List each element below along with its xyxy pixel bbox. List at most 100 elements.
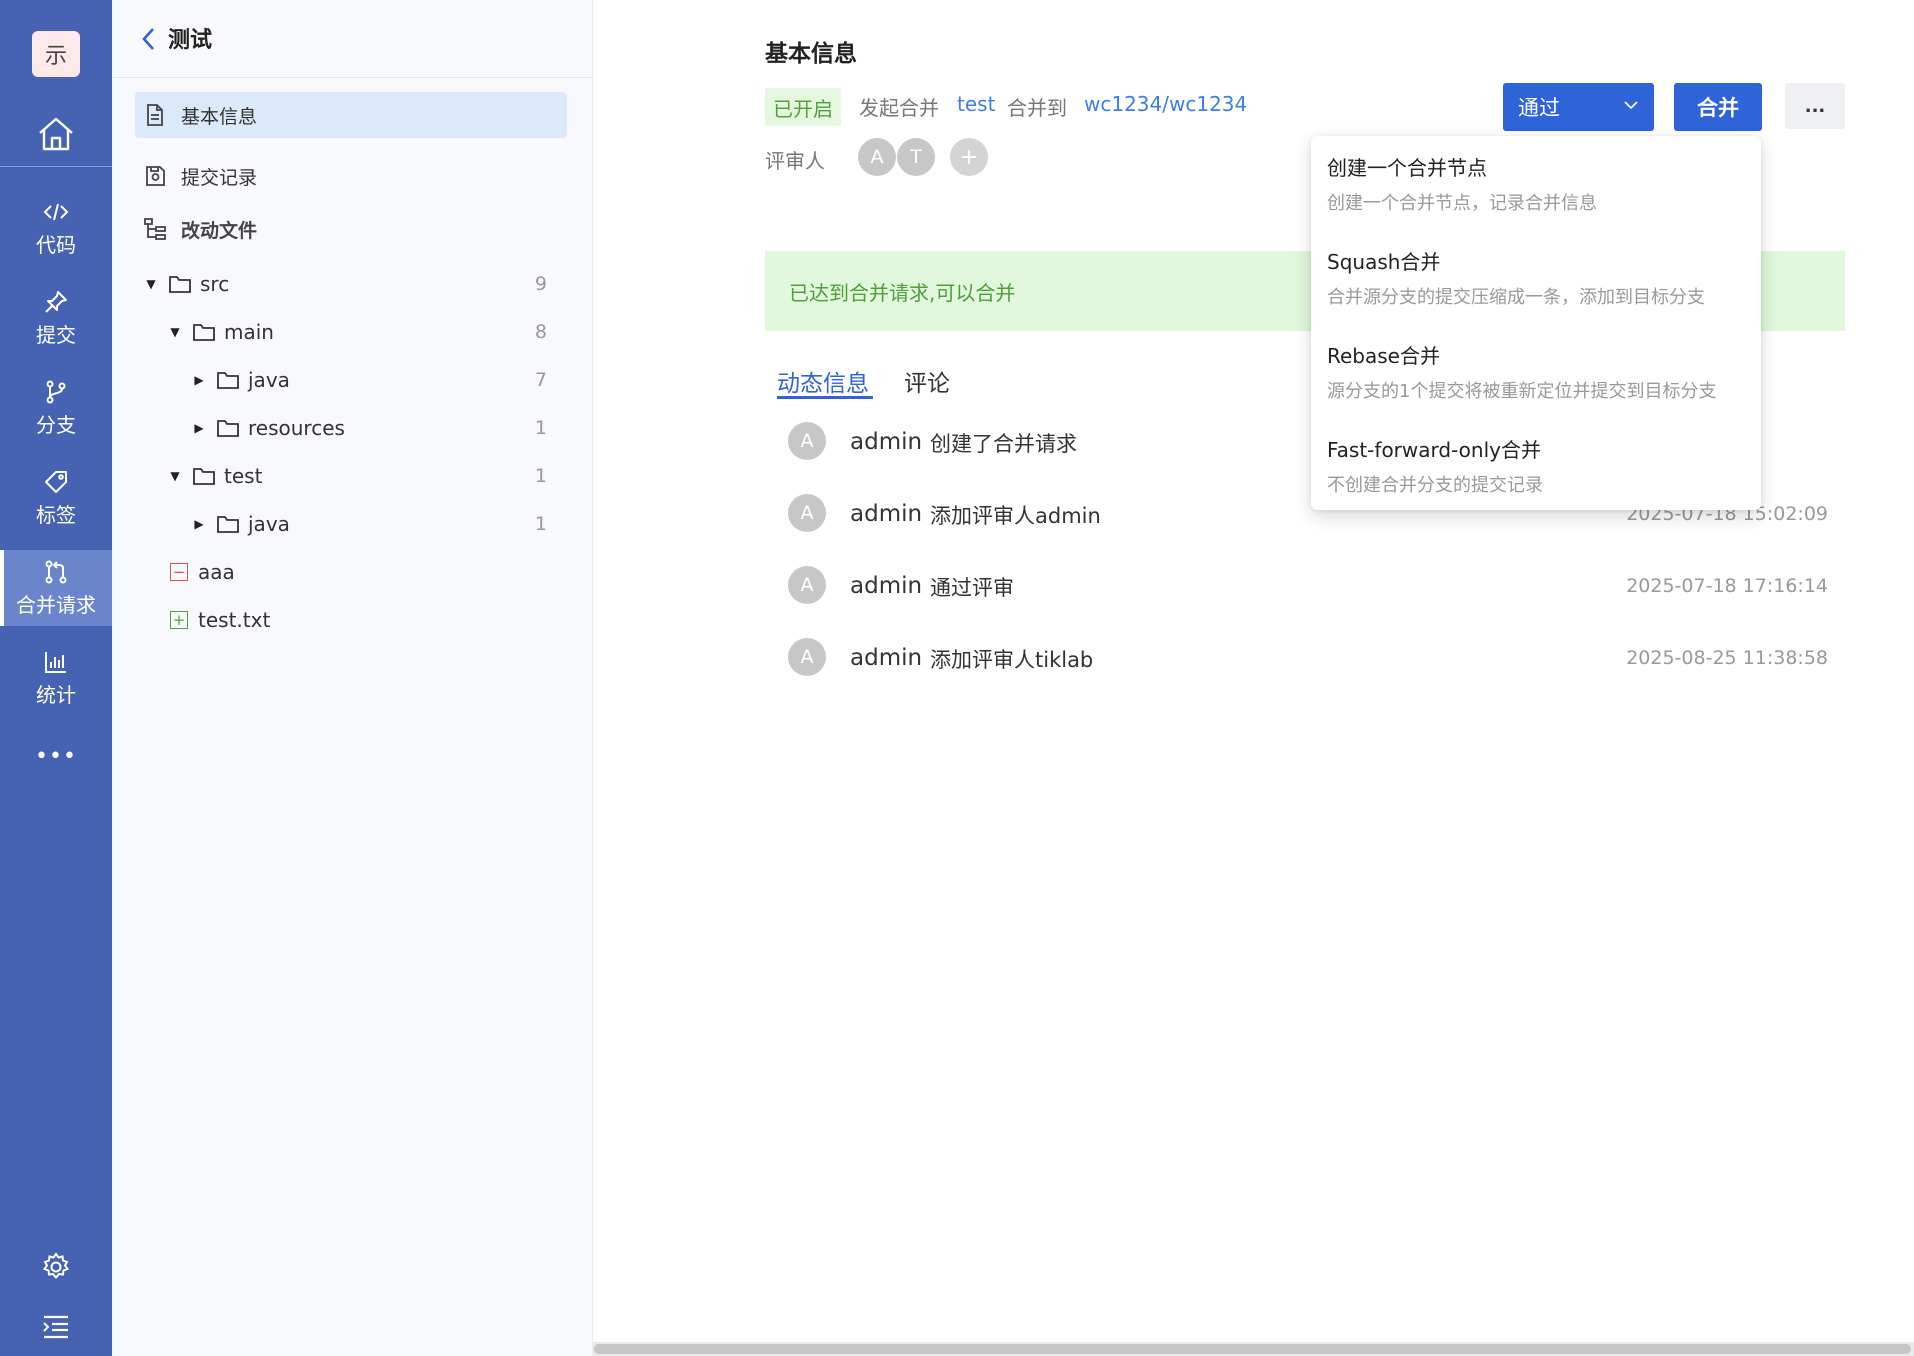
merge-button[interactable]: 合并: [1674, 83, 1762, 131]
activity-user: admin: [850, 645, 923, 671]
target-branch-link[interactable]: wc1234/wc1234: [1084, 92, 1247, 116]
file-tree-icon: [144, 218, 166, 240]
nav-statistics[interactable]: 统计: [0, 640, 112, 716]
activity-row: A admin 添加评审人tiklab 2025-08-25 11:38:58: [788, 636, 1828, 680]
merge-method-dropdown: 创建一个合并节点 创建一个合并节点，记录合并信息 Squash合并 合并源分支的…: [1311, 136, 1761, 510]
caret-down-icon: ▼: [170, 325, 180, 339]
menu-changed-files[interactable]: 改动文件: [135, 206, 567, 252]
tree-folder-resources[interactable]: ▶ resources 1: [192, 411, 570, 445]
folder-icon: [217, 516, 239, 533]
nav-commit[interactable]: 提交: [0, 280, 112, 356]
caret-right-icon: ▶: [194, 517, 204, 531]
nav-code-label: 代码: [36, 232, 76, 257]
merge-option-squash[interactable]: Squash合并 合并源分支的提交压缩成一条，添加到目标分支: [1327, 246, 1747, 309]
nav-merge-request[interactable]: 合并请求: [0, 550, 112, 626]
activity-row: A admin 通过评审 2025-07-18 17:16:14: [788, 564, 1828, 608]
scrollbar-thumb[interactable]: [594, 1344, 1911, 1354]
folder-icon: [193, 468, 215, 485]
tree-folder-src[interactable]: ▼ src 9: [144, 267, 570, 301]
nav-branch-label: 分支: [36, 412, 76, 437]
home-icon[interactable]: [36, 114, 76, 154]
tree-file-test-txt[interactable]: + test.txt: [170, 603, 470, 637]
bar-chart-icon: [45, 651, 66, 673]
activity-user: admin: [850, 429, 923, 455]
tree-folder-test[interactable]: ▼ test 1: [168, 459, 570, 493]
tree-folder-java[interactable]: ▶ java 7: [192, 363, 570, 397]
tree-file-name: test.txt: [198, 608, 271, 632]
add-reviewer-button[interactable]: +: [950, 138, 988, 176]
option-title: 创建一个合并节点: [1327, 156, 1487, 180]
merge-to-label: 合并到: [1007, 96, 1067, 120]
menu-basic-info[interactable]: 基本信息: [135, 92, 567, 138]
merge-option-rebase[interactable]: Rebase合并 源分支的1个提交将被重新定位并提交到目标分支: [1327, 340, 1747, 403]
nav-statistics-label: 统计: [36, 682, 76, 707]
caret-right-icon: ▶: [194, 373, 204, 387]
nav-branch[interactable]: 分支: [0, 370, 112, 446]
activity-text: 添加评审人admin: [930, 504, 1101, 528]
menu-commit-history[interactable]: 提交记录: [135, 153, 567, 199]
folder-icon: [169, 276, 191, 293]
approve-button-label: 通过: [1518, 96, 1560, 120]
activity-text: 创建了合并请求: [930, 432, 1077, 456]
tree-folder-name: main: [224, 320, 274, 344]
tree-folder-main[interactable]: ▼ main 8: [168, 315, 570, 349]
nav-tag[interactable]: 标签: [0, 460, 112, 536]
merge-option-merge-commit[interactable]: 创建一个合并节点 创建一个合并节点，记录合并信息: [1327, 152, 1747, 215]
tree-folder-name: test: [224, 464, 263, 488]
more-actions-button[interactable]: ...: [1785, 83, 1845, 129]
avatar: A: [788, 494, 826, 532]
reviewer-avatar[interactable]: T: [897, 138, 935, 176]
tree-file-count: 1: [534, 417, 547, 439]
activity-time: 2025-08-25 11:38:58: [1626, 647, 1828, 669]
menu-basic-info-label: 基本信息: [181, 105, 258, 128]
option-title: Squash合并: [1327, 250, 1441, 274]
tree-folder-name: java: [248, 368, 290, 392]
merge-request-icon: [45, 560, 67, 583]
folder-icon: [193, 324, 215, 341]
save-record-icon: [146, 166, 165, 186]
caret-down-icon: ▼: [146, 277, 156, 291]
merge-option-fast-forward[interactable]: Fast-forward-only合并 不创建合并分支的提交记录: [1327, 434, 1747, 497]
horizontal-scrollbar[interactable]: [593, 1342, 1914, 1356]
tree-folder-name: src: [200, 272, 230, 296]
avatar: A: [788, 638, 826, 676]
tab-activity[interactable]: 动态信息: [777, 364, 869, 398]
activity-user: admin: [850, 501, 923, 527]
collapse-menu-icon[interactable]: [42, 1314, 70, 1340]
tree-folder-name: resources: [248, 416, 345, 440]
more-icon[interactable]: •••: [0, 744, 112, 769]
nav-tag-label: 标签: [36, 502, 76, 527]
nav-code[interactable]: 代码: [0, 190, 112, 266]
option-title: Rebase合并: [1327, 344, 1440, 368]
option-description: 不创建合并分支的提交记录: [1327, 475, 1543, 496]
reviewer-avatar[interactable]: A: [858, 138, 896, 176]
initiator-label: 发起合并: [859, 96, 939, 120]
document-icon: [147, 104, 163, 126]
page-title: 基本信息: [765, 41, 857, 67]
option-description: 合并源分支的提交压缩成一条，添加到目标分支: [1327, 287, 1705, 308]
panel-title: 测试: [168, 28, 213, 53]
left-nav-rail: 示 代码 提交 分支 标签 合并请求 统计 •••: [0, 0, 112, 1356]
caret-right-icon: ▶: [194, 421, 204, 435]
tree-file-aaa[interactable]: − aaa: [170, 555, 470, 589]
gear-icon[interactable]: [41, 1252, 71, 1282]
approve-dropdown-button[interactable]: 通过: [1503, 83, 1654, 131]
project-logo[interactable]: 示: [32, 31, 80, 77]
nav-commit-label: 提交: [36, 322, 76, 347]
activity-time: 2025-07-18 17:16:14: [1626, 575, 1828, 597]
branch-icon: [46, 380, 66, 403]
tree-file-count: 8: [534, 321, 547, 343]
reviewer-label: 评审人: [765, 149, 825, 173]
tree-folder-test-java[interactable]: ▶ java 1: [192, 507, 570, 541]
source-branch-link[interactable]: test: [957, 92, 995, 116]
back-arrow-icon[interactable]: [138, 24, 160, 54]
tag-icon: [45, 470, 67, 493]
activity-text: 添加评审人tiklab: [930, 648, 1094, 672]
tree-folder-name: java: [248, 512, 290, 536]
panel-header: 测试: [112, 0, 593, 78]
folder-icon: [217, 420, 239, 437]
avatar: A: [788, 566, 826, 604]
tab-comments[interactable]: 评论: [904, 364, 950, 398]
tree-file-name: aaa: [198, 560, 235, 584]
option-title: Fast-forward-only合并: [1327, 438, 1541, 462]
